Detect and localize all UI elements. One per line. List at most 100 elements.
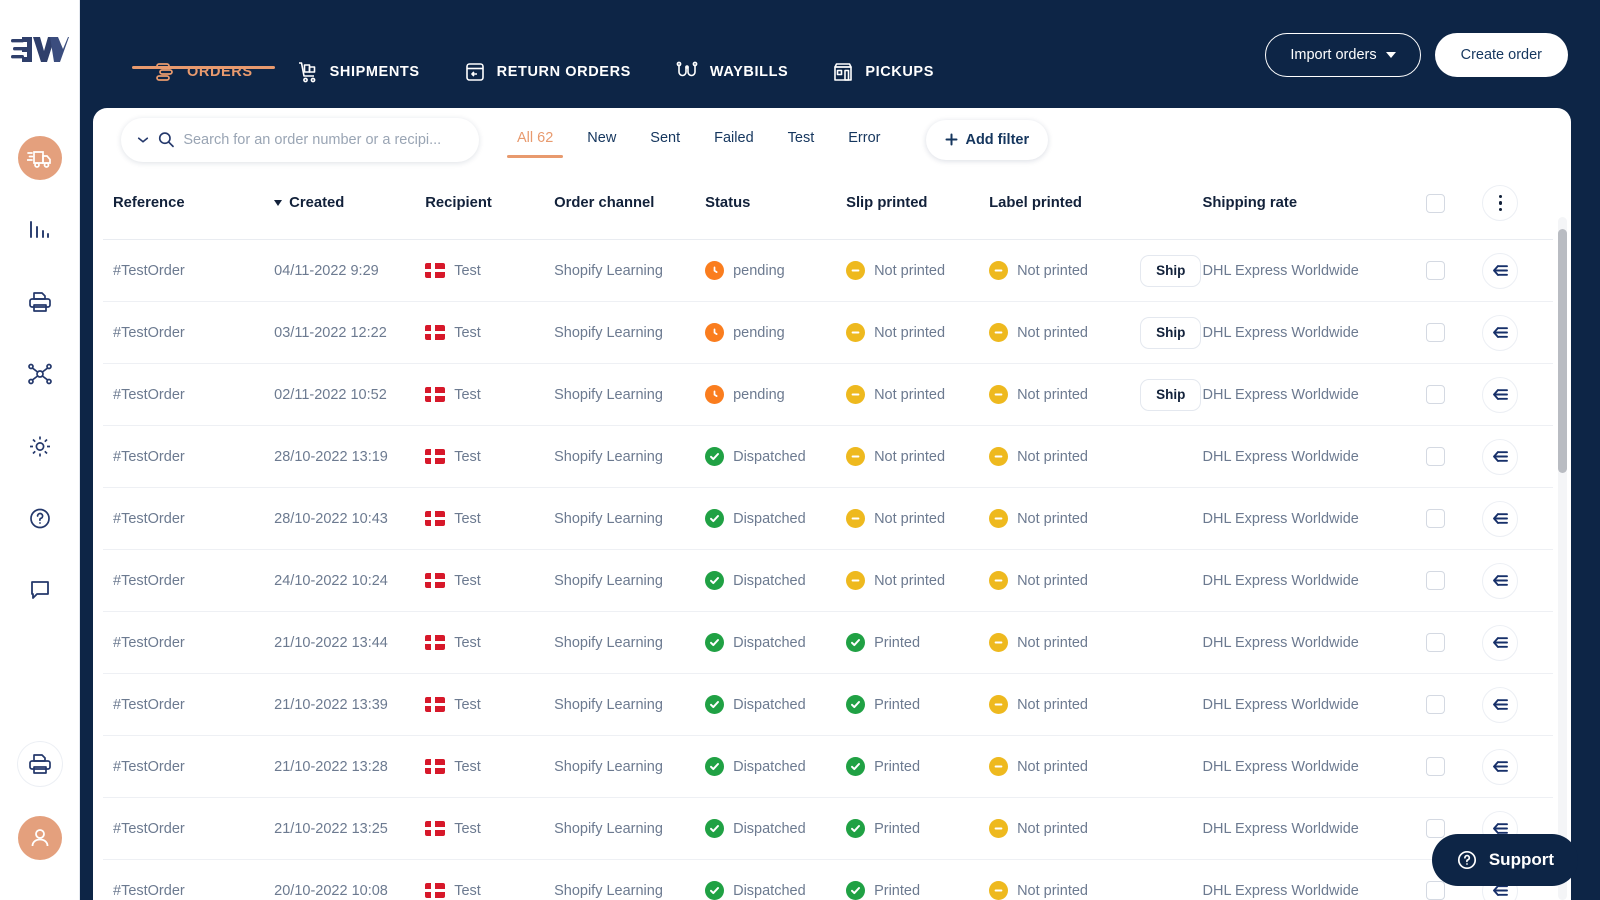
table-row[interactable]: #TestOrder 21/10-2022 13:39 Test Shopify Le… bbox=[103, 673, 1553, 736]
sidebar-item-account[interactable] bbox=[17, 816, 62, 860]
table-row[interactable]: #TestOrder 21/10-2022 13:28 Test Shopify Le… bbox=[103, 735, 1553, 798]
cell-reference[interactable]: #TestOrder bbox=[103, 487, 275, 550]
search-input[interactable] bbox=[183, 131, 463, 148]
col-reference[interactable]: Reference bbox=[103, 171, 275, 240]
company-logo[interactable] bbox=[0, 0, 80, 100]
nav-tab-waybills[interactable]: WAYBILLS bbox=[653, 0, 810, 108]
nav-action-buttons: Import orders Create order bbox=[1265, 33, 1568, 77]
table-row[interactable]: #TestOrder 21/10-2022 13:44 Test Shopify Le… bbox=[103, 611, 1553, 674]
status-not-printed-icon bbox=[989, 385, 1009, 404]
nav-tab-shipments[interactable]: SHIPMENTS bbox=[275, 0, 442, 108]
status-ok-icon bbox=[846, 881, 866, 900]
cell-order-channel: Shopify Learning bbox=[554, 487, 706, 550]
cell-status: Dispatched bbox=[705, 487, 847, 550]
cell-reference[interactable]: #TestOrder bbox=[103, 239, 275, 302]
row-checkbox[interactable] bbox=[1426, 571, 1446, 590]
table-row[interactable]: #TestOrder 02/11-2022 10:52 Test Shopify Le… bbox=[103, 363, 1553, 426]
col-recipient[interactable]: Recipient bbox=[425, 171, 555, 240]
status-not-printed-icon bbox=[989, 757, 1009, 776]
sidebar-item-messages[interactable] bbox=[18, 568, 62, 612]
row-action-button[interactable] bbox=[1482, 314, 1519, 351]
sidebar-item-printer-status[interactable] bbox=[17, 742, 62, 786]
ship-button[interactable]: Ship bbox=[1140, 316, 1202, 349]
cell-reference[interactable]: #TestOrder bbox=[103, 363, 275, 426]
dk-flag-icon bbox=[425, 573, 446, 588]
cell-reference[interactable]: #TestOrder bbox=[103, 673, 275, 736]
table-scrollbar-track[interactable] bbox=[1558, 217, 1567, 900]
filter-tab-all[interactable]: All 62 bbox=[503, 121, 567, 158]
row-checkbox[interactable] bbox=[1426, 385, 1446, 404]
row-action-button[interactable] bbox=[1482, 624, 1519, 661]
cell-status: Dispatched bbox=[705, 611, 847, 674]
table-row[interactable]: #TestOrder 28/10-2022 13:19 Test Shopify Le… bbox=[103, 425, 1553, 488]
row-checkbox[interactable] bbox=[1426, 757, 1446, 776]
row-action-button[interactable] bbox=[1482, 500, 1519, 537]
col-order-channel[interactable]: Order channel bbox=[554, 171, 706, 240]
table-row[interactable]: #TestOrder 04/11-2022 9:29 Test Shopify Lea… bbox=[103, 239, 1553, 302]
nav-tab-return-orders[interactable]: RETURN ORDERS bbox=[442, 0, 653, 108]
sidebar-item-integrations[interactable] bbox=[18, 352, 62, 396]
filter-tab-test[interactable]: Test bbox=[774, 121, 829, 158]
sidebar-item-analytics[interactable] bbox=[18, 208, 62, 252]
table-row[interactable]: #TestOrder 20/10-2022 10:08 Test Shopify Le… bbox=[103, 859, 1553, 900]
add-filter-button[interactable]: Add filter bbox=[926, 119, 1049, 160]
cell-reference[interactable]: #TestOrder bbox=[103, 797, 275, 860]
row-action-button[interactable] bbox=[1482, 562, 1519, 599]
row-action-button[interactable] bbox=[1482, 252, 1519, 289]
cell-reference[interactable]: #TestOrder bbox=[103, 611, 275, 674]
status-not-printed-icon bbox=[989, 323, 1009, 342]
table-row[interactable]: #TestOrder 24/10-2022 10:24 Test Shopify Le… bbox=[103, 549, 1553, 612]
row-checkbox[interactable] bbox=[1426, 509, 1446, 528]
filter-tab-sent[interactable]: Sent bbox=[636, 121, 694, 158]
cell-ship-action bbox=[1140, 673, 1203, 736]
collapse-left-icon bbox=[1493, 636, 1509, 648]
import-orders-button[interactable]: Import orders bbox=[1265, 33, 1421, 77]
sidebar-item-print[interactable] bbox=[18, 280, 62, 324]
col-shipping-rate[interactable]: Shipping rate bbox=[1202, 171, 1427, 240]
col-label-printed[interactable]: Label printed bbox=[989, 171, 1141, 240]
row-checkbox[interactable] bbox=[1426, 261, 1446, 280]
filter-tab-failed[interactable]: Failed bbox=[700, 121, 768, 158]
cell-reference[interactable]: #TestOrder bbox=[103, 735, 275, 798]
cell-slip-printed: Not printed bbox=[846, 487, 990, 550]
filter-tab-new[interactable]: New bbox=[573, 121, 630, 158]
filter-tab-error[interactable]: Error bbox=[834, 121, 894, 158]
create-order-button[interactable]: Create order bbox=[1434, 33, 1568, 77]
row-checkbox[interactable] bbox=[1426, 695, 1446, 714]
sidebar-item-settings[interactable] bbox=[18, 424, 62, 468]
row-checkbox[interactable] bbox=[1426, 323, 1446, 342]
table-row[interactable]: #TestOrder 03/11-2022 12:22 Test Shopify Le… bbox=[103, 301, 1553, 364]
col-created-label: Created bbox=[289, 195, 345, 211]
col-created[interactable]: Created bbox=[274, 171, 426, 240]
row-action-button[interactable] bbox=[1482, 686, 1519, 723]
cell-reference[interactable]: #TestOrder bbox=[103, 549, 275, 612]
ship-button[interactable]: Ship bbox=[1140, 254, 1202, 287]
nav-tab-list: ORDERS SHIPMENTS RETURN ORDERS WAYBILLS … bbox=[132, 0, 956, 108]
select-all-checkbox[interactable] bbox=[1426, 193, 1446, 213]
chevron-down-icon[interactable] bbox=[137, 135, 149, 145]
support-widget[interactable]: Support bbox=[1431, 834, 1578, 886]
cell-reference[interactable]: #TestOrder bbox=[103, 859, 275, 900]
bulk-actions-button[interactable] bbox=[1482, 185, 1519, 221]
nav-tab-orders[interactable]: ORDERS bbox=[132, 0, 275, 108]
sidebar-item-help[interactable] bbox=[18, 496, 62, 540]
table-row[interactable]: #TestOrder 21/10-2022 13:25 Test Shopify Le… bbox=[103, 797, 1553, 860]
row-checkbox[interactable] bbox=[1426, 881, 1446, 900]
col-slip-printed[interactable]: Slip printed bbox=[846, 171, 990, 240]
row-checkbox[interactable] bbox=[1426, 447, 1446, 466]
cell-reference[interactable]: #TestOrder bbox=[103, 425, 275, 488]
table-scrollbar-thumb[interactable] bbox=[1558, 229, 1567, 473]
cell-reference[interactable]: #TestOrder bbox=[103, 301, 275, 364]
search-box[interactable] bbox=[121, 117, 479, 162]
col-status[interactable]: Status bbox=[705, 171, 847, 240]
sidebar-item-orders[interactable] bbox=[17, 136, 62, 180]
table-row[interactable]: #TestOrder 28/10-2022 10:43 Test Shopify Le… bbox=[103, 487, 1553, 550]
nav-tab-pickups[interactable]: PICKUPS bbox=[810, 0, 956, 108]
row-action-button[interactable] bbox=[1482, 748, 1519, 785]
row-checkbox[interactable] bbox=[1426, 633, 1446, 652]
row-action-button[interactable] bbox=[1482, 376, 1519, 413]
ship-button[interactable]: Ship bbox=[1140, 378, 1202, 411]
row-action-button[interactable] bbox=[1482, 438, 1519, 475]
row-checkbox[interactable] bbox=[1426, 819, 1446, 838]
status-not-printed-icon bbox=[989, 509, 1009, 528]
